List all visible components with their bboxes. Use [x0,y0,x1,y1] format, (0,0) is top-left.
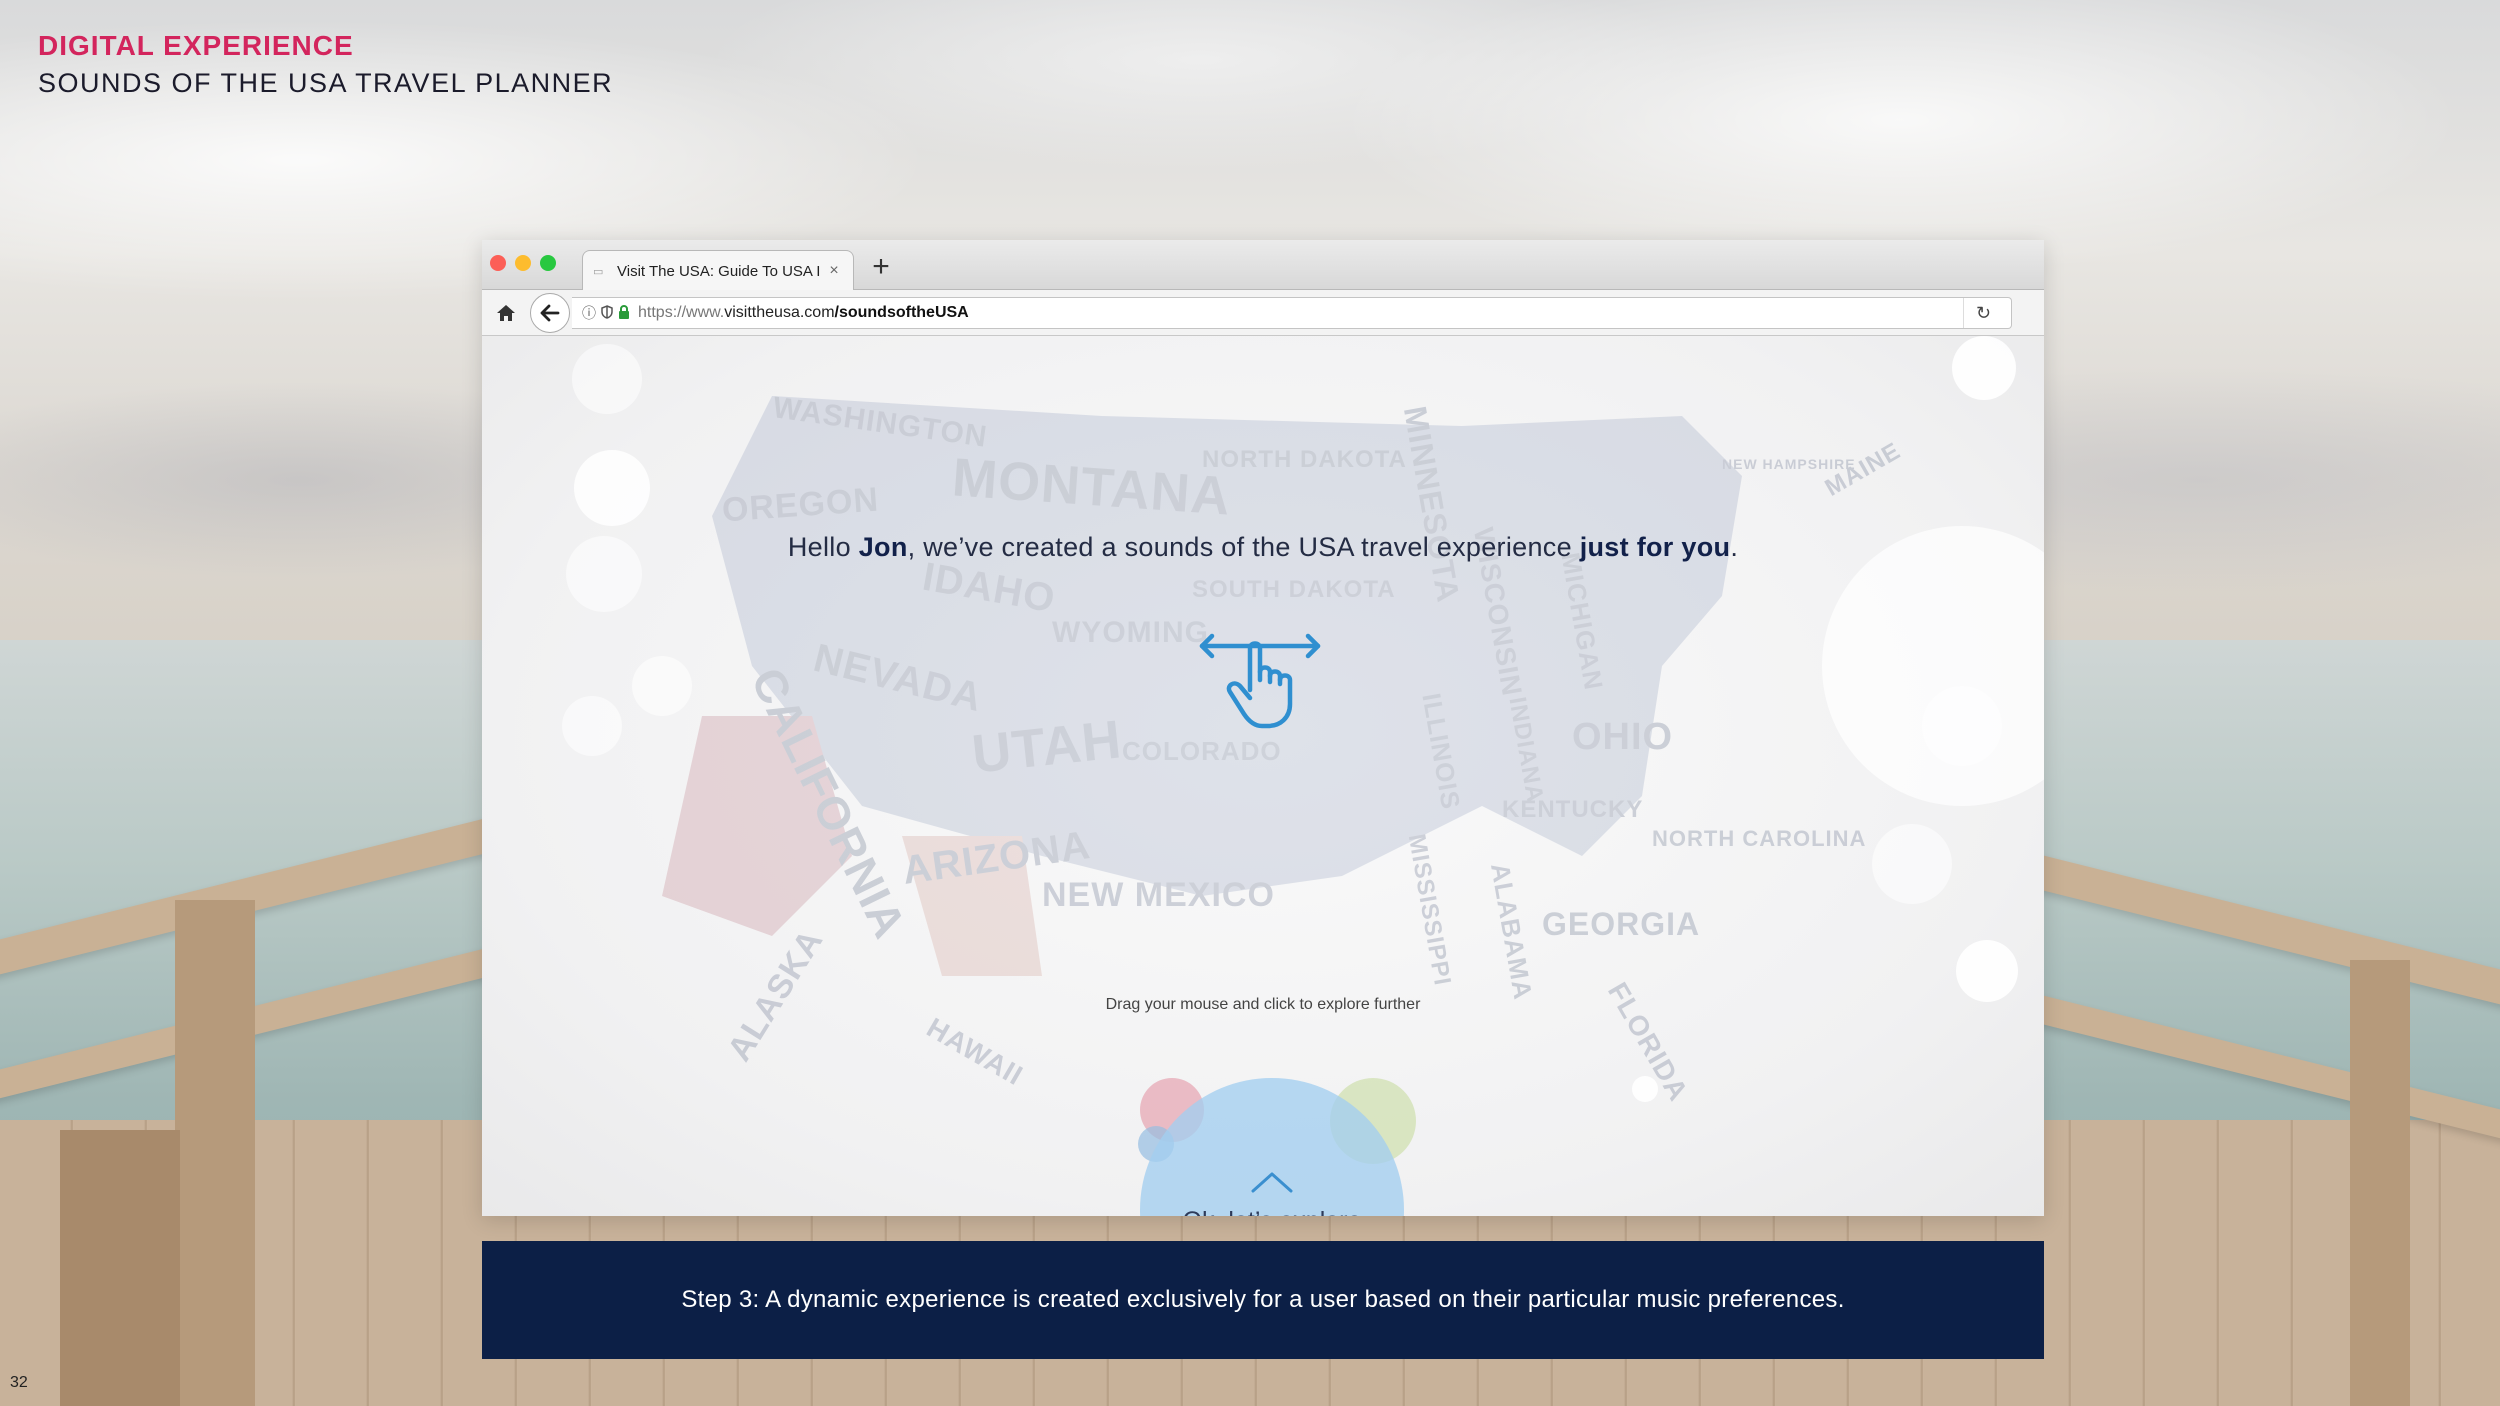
info-icon[interactable]: ⓘ [582,303,596,323]
url-protocol: https://www. [638,304,725,321]
greeting-middle: , we’ve created a sounds of the USA trav… [907,532,1580,562]
explore-instruction: Drag your mouse and click to explore fur… [1105,996,1421,1013]
map-state-label: KENTUCKY [1502,796,1644,823]
swipe-hand-icon [1198,632,1322,732]
browser-window: ▭ Visit The USA: Guide To USA I × + ⓘ ht… [482,240,2044,1216]
reload-icon[interactable]: ↻ [1963,298,2003,328]
pier-post-right [2350,960,2410,1406]
lock-icon [618,304,630,322]
bokeh-light [1922,686,2002,766]
browser-tab[interactable]: ▭ Visit The USA: Guide To USA I × [582,250,854,291]
tab-title: Visit The USA: Guide To USA I [617,262,821,280]
slide-kicker: DIGITAL EXPERIENCE [38,30,354,61]
home-icon[interactable] [490,298,522,328]
shield-icon[interactable] [601,304,613,322]
page-number: 32 [10,1374,28,1391]
address-bar[interactable]: ⓘ https://www. visittheusa.com/soundsofth… [572,297,2012,329]
browser-navbar: ⓘ https://www. visittheusa.com/soundsofth… [482,290,2044,336]
pier-post-left-2 [60,1130,180,1406]
map-state-label: WYOMING [1052,616,1209,649]
bokeh-light [1956,940,2018,1002]
bokeh-light [1952,336,2016,400]
greeting-suffix: . [1730,532,1739,562]
user-name: Jon [858,532,908,562]
bokeh-light [632,656,692,716]
slide-subtitle: SOUNDS OF THE USA TRAVEL PLANNER [38,68,614,98]
back-arrow-icon[interactable] [530,293,570,333]
page-viewport[interactable]: WASHINGTON MONTANA NORTH DAKOTA SOUTH DA… [482,336,2044,1216]
maximize-window-button[interactable] [540,255,556,271]
greeting-message: Hello Jon, we’ve created a sounds of the… [482,532,2044,563]
explore-button-label: Ok, let’s explore [1183,1207,1362,1217]
browser-titlebar: ▭ Visit The USA: Guide To USA I × + [482,240,2044,291]
close-icon[interactable]: × [825,262,843,280]
url-domain: visittheusa.com [724,304,835,321]
minimize-window-button[interactable] [515,255,531,271]
map-state-label: NEW HAMPSHIRE [1722,456,1856,472]
pier-post-left [175,900,255,1406]
map-state-label: NORTH CAROLINA [1652,826,1867,851]
close-window-button[interactable] [490,255,506,271]
greeting-prefix: Hello [787,532,859,562]
favicon-icon: ▭ [593,265,604,278]
plus-icon[interactable]: + [864,250,898,284]
map-state-label: OHIO [1572,716,1674,758]
greeting-emphasis: just for you [1579,532,1731,562]
map-state-label: NEW MEXICO [1042,876,1275,914]
bokeh-light [574,450,650,526]
map-state-label: GEORGIA [1542,906,1701,942]
bokeh-light [562,696,622,756]
map-state-label: SOUTH DAKOTA [1192,576,1396,603]
url-path: /soundsoftheUSA [834,304,969,321]
chevron-up-icon [1251,1172,1293,1192]
step-caption: Step 3: A dynamic experience is created … [482,1241,2044,1359]
bokeh-light [1872,824,1952,904]
map-state-label: COLORADO [1122,736,1282,766]
bokeh-light [1632,1076,1658,1102]
bokeh-light [572,344,642,414]
map-state-label: NORTH DAKOTA [1202,446,1407,473]
